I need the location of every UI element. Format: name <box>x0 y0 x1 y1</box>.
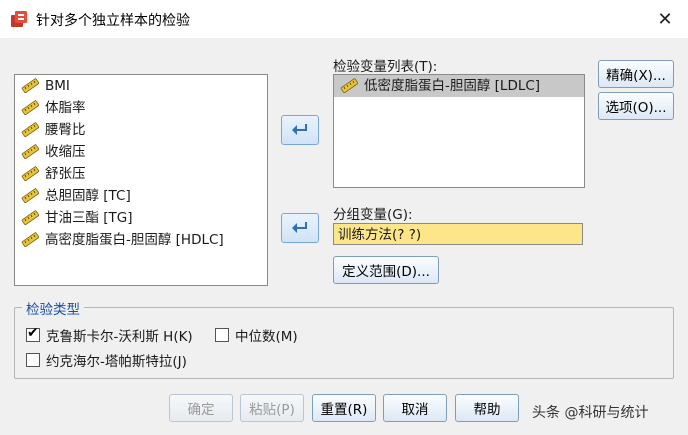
variable-label: 体脂率 <box>45 100 86 116</box>
ruler-scale-icon <box>21 210 39 226</box>
source-variable-list[interactable]: BMI 体脂率腰臀比收缩压舒张压总胆固醇 [TC] 甘油三酯 [TG] 高密度脂蛋白-… <box>14 74 268 286</box>
median-label[interactable]: 中位数(M) <box>235 325 298 345</box>
list-item[interactable]: 腰臀比 <box>15 119 267 141</box>
define-range-button[interactable]: 定义范围(D)... <box>333 256 439 284</box>
variable-label: 高密度脂蛋白-胆固醇 [HDLC] <box>45 232 224 248</box>
variable-label: 舒张压 <box>45 166 86 182</box>
list-item[interactable]: 收缩压 <box>15 141 267 163</box>
variable-label: 腰臀比 <box>45 122 86 138</box>
test-variable-list-label: 检验变量列表(T): <box>333 59 438 75</box>
ruler-scale-icon <box>21 122 39 138</box>
list-item[interactable]: 舒张压 <box>15 163 267 185</box>
list-item[interactable]: 高密度脂蛋白-胆固醇 [HDLC] <box>15 229 267 251</box>
checkmark-icon: ✔ <box>27 325 39 341</box>
reset-button[interactable]: 重置(R) <box>312 394 376 422</box>
list-item[interactable]: BMI <box>15 75 267 97</box>
list-item[interactable]: 甘油三酯 [TG] <box>15 207 267 229</box>
window-title: 针对多个独立样本的检验 <box>36 13 190 29</box>
ruler-scale-icon <box>21 100 39 116</box>
move-arrow-icon <box>292 124 307 135</box>
ruler-scale-icon <box>340 78 358 94</box>
variable-label: 甘油三酯 [TG] <box>45 210 133 226</box>
list-item[interactable]: 总胆固醇 [TC] <box>15 185 267 207</box>
variable-label: 收缩压 <box>45 144 86 160</box>
list-item[interactable]: 低密度脂蛋白-胆固醇 [LDLC] <box>334 75 584 97</box>
jonckheere-terpstra-label[interactable]: 约克海尔-塔帕斯特拉(J) <box>46 350 187 370</box>
watermark-text: 头条 @科研与统计 <box>532 405 649 421</box>
kruskal-wallis-checkbox[interactable]: ✔ <box>26 325 40 342</box>
move-arrow-icon <box>292 222 307 233</box>
help-button[interactable]: 帮助 <box>455 394 519 422</box>
ruler-scale-icon <box>21 144 39 160</box>
variable-label: 低密度脂蛋白-胆固醇 [LDLC] <box>364 78 541 94</box>
cancel-button[interactable]: 取消 <box>383 394 447 422</box>
variable-label: BMI <box>45 78 70 94</box>
spss-dialog-icon <box>11 11 27 27</box>
exact-button[interactable]: 精确(X)... <box>598 60 674 88</box>
ruler-scale-icon <box>21 188 39 204</box>
move-to-grouping-button[interactable] <box>281 213 319 243</box>
close-icon: ✕ <box>657 8 673 30</box>
variable-label: 总胆固醇 [TC] <box>45 188 131 204</box>
jonckheere-terpstra-checkbox[interactable] <box>26 353 40 367</box>
list-item[interactable]: 体脂率 <box>15 97 267 119</box>
grouping-variable-label: 分组变量(G): <box>333 207 413 223</box>
median-checkbox[interactable] <box>215 328 229 342</box>
move-to-test-list-button[interactable] <box>281 115 319 145</box>
ruler-scale-icon <box>21 232 39 248</box>
options-button[interactable]: 选项(O)... <box>598 92 674 120</box>
test-type-title: 检验类型 <box>22 298 84 318</box>
ok-button[interactable]: 确定 <box>169 394 233 422</box>
test-variable-list[interactable]: 低密度脂蛋白-胆固醇 [LDLC] <box>333 74 585 188</box>
ruler-scale-icon <box>21 78 39 94</box>
ruler-scale-icon <box>21 166 39 182</box>
paste-button[interactable]: 粘贴(P) <box>240 394 304 422</box>
title-bar: 针对多个独立样本的检验 ✕ <box>0 0 688 38</box>
close-button[interactable]: ✕ <box>642 0 688 38</box>
grouping-variable-field[interactable]: 训练方法(? ?) <box>333 223 583 245</box>
kruskal-wallis-label[interactable]: 克鲁斯卡尔-沃利斯 H(K) <box>46 325 193 345</box>
